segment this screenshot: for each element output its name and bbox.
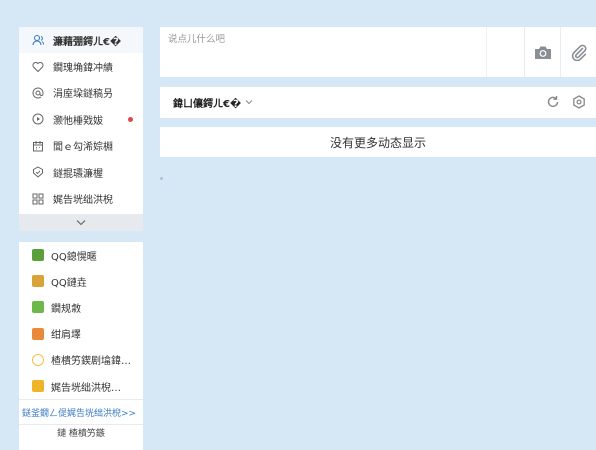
photo-upload-button[interactable] <box>524 27 561 77</box>
app-item[interactable]: 绀肩墿 <box>19 321 143 347</box>
sidebar-item-label: 鐗瑰埆鍏冲績 <box>53 63 113 75</box>
gift-icon <box>32 327 44 340</box>
app-growth-icon <box>32 249 44 262</box>
app-label: QQ鎴愰暱 <box>51 251 97 263</box>
heart-icon <box>31 60 45 74</box>
grid-icon <box>31 192 45 206</box>
sidebar-item-label: 閭ｅ勾浠婃棩 <box>53 142 113 154</box>
feed-end-message: 没有更多动态显示 <box>160 127 596 157</box>
game-icon <box>32 380 44 393</box>
sidebar-item-special-care[interactable]: 鐗瑰埆鍏冲績 <box>19 53 143 79</box>
attach-button[interactable] <box>560 27 596 77</box>
photo-icon <box>32 353 44 366</box>
sidebar-item-label: 灏忚棰戣妭 <box>53 115 103 127</box>
notification-dot <box>128 117 133 123</box>
post-input[interactable] <box>160 27 486 77</box>
sidebar-item-calendar[interactable]: 閭ｅ勾浠婃棩 <box>19 133 143 159</box>
app-item[interactable]: QQ鎴愰暱 <box>19 242 143 268</box>
app-label: 绀肩墿 <box>51 330 81 342</box>
sidebar-item-label: 濂藉弸鍔ㄦ€� <box>53 36 122 48</box>
app-item[interactable]: 楂樻竻鍥剧墖鍏… <box>19 347 143 373</box>
more-apps-link[interactable]: 鎹釜鐗ㄥ偍娓告垙绌洪棿>> <box>19 400 143 424</box>
sidebar-nav: 濂藉弸鍔ㄦ€� 鐗瑰埆鍏冲績 涓庢垜鐩稿叧 灏忚棰戣妭 閭ｅ勾浠婃棩 鐩掍瓙濂楃 <box>19 27 143 214</box>
app-label: 楂樻竻鍥剧墖鍏… <box>51 356 131 368</box>
shield-icon <box>31 165 45 179</box>
feed-settings-button[interactable] <box>572 95 586 109</box>
sidebar-item-label: 涓庢垜鐩稿叧 <box>53 89 113 101</box>
sidebar-item-mentions[interactable]: 涓庢垜鐩稿叧 <box>19 80 143 106</box>
feed-filter-dropdown[interactable]: 鍏ㄩ儴鍔ㄦ€� <box>173 95 253 110</box>
video-icon <box>31 112 45 126</box>
refresh-button[interactable] <box>546 95 560 109</box>
paperclip-icon <box>570 43 588 61</box>
footer-note: 鏈 楂樻竻鏃 <box>57 429 105 440</box>
app-label: 鐗规敹 <box>51 303 81 315</box>
sidebar-item-label: 娓告垙绌洪棿 <box>53 195 113 207</box>
sidebar-item-video[interactable]: 灏忚棰戣妭 <box>19 106 143 132</box>
chevron-down-icon <box>245 97 253 108</box>
app-item[interactable]: QQ鏈垚 <box>19 268 143 294</box>
at-icon <box>31 86 45 100</box>
sidebar-item-box[interactable]: 鐩掍瓙濂楃 <box>19 159 143 185</box>
app-farm-icon <box>32 301 44 314</box>
settings-icon <box>572 95 586 109</box>
sidebar-item-games[interactable]: 娓告垙绌洪棿 <box>19 185 143 211</box>
sidebar-item-label: 鐩掍瓙濂楃 <box>53 168 103 180</box>
sidebar-apps: QQ鎴愰暱 QQ鏈垚 鐗规敹 绀肩墿 楂樻竻鍥剧墖鍏… 娓告垙绌洪棿… 鎹釜鐗ㄥ… <box>19 242 143 450</box>
app-item[interactable]: 娓告垙绌洪棿… <box>19 373 143 399</box>
feed-filter-label: 鍏ㄩ儴鍔ㄦ€� <box>173 99 242 110</box>
divider <box>486 27 487 77</box>
feed-filter-bar: 鍏ㄩ儴鍔ㄦ€� <box>160 87 596 118</box>
app-item[interactable]: 鐗规敹 <box>19 294 143 320</box>
sidebar-item-friends[interactable]: 濂藉弸鍔ㄦ€� <box>19 27 143 54</box>
calendar-icon <box>31 139 45 153</box>
app-pet-icon <box>32 275 44 288</box>
sidebar-expand-button[interactable] <box>19 214 143 231</box>
chevron-down-icon <box>76 219 86 226</box>
app-label: 娓告垙绌洪棿… <box>51 382 121 394</box>
friends-icon <box>31 33 45 47</box>
refresh-icon <box>546 95 560 109</box>
app-label: QQ鏈垚 <box>51 277 87 289</box>
loading-dot <box>160 177 163 180</box>
camera-icon <box>534 45 552 60</box>
post-composer <box>160 27 596 77</box>
